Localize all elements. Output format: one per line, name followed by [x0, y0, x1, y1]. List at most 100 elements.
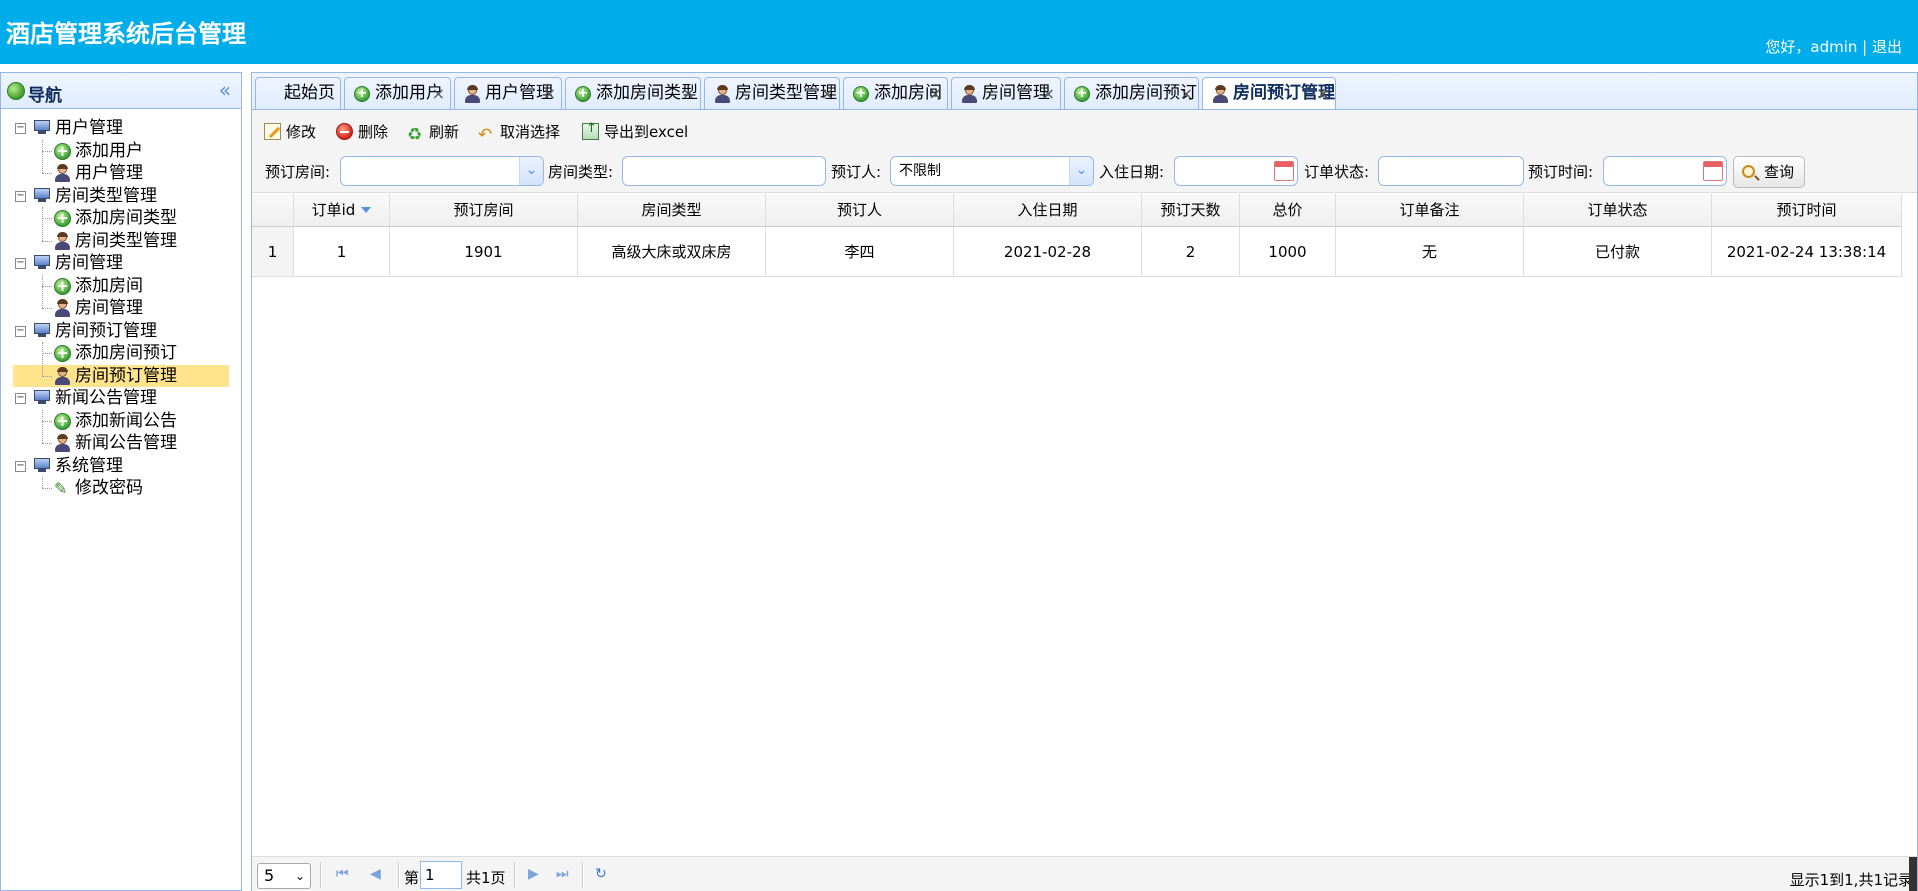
cancel-select-button[interactable]: ↶ 取消选择 [478, 121, 560, 144]
next-page-icon[interactable]: ▶ [528, 866, 539, 882]
add-icon: + [54, 345, 71, 362]
column-header[interactable]: 预订时间 [1712, 194, 1902, 226]
page-size-select[interactable]: 5 ⌄ [257, 863, 311, 889]
column-header[interactable]: 订单id [294, 194, 390, 226]
edit-button[interactable]: 修改 [264, 121, 316, 142]
tab[interactable]: + 添加房间 × [843, 77, 948, 110]
collapse-toggle-icon[interactable]: − [15, 325, 26, 337]
sidebar-item[interactable]: ✎ 修改密码 [1, 477, 241, 500]
status-input[interactable] [1378, 156, 1524, 186]
column-header-label: 预订人 [836, 201, 882, 219]
tree-connector [42, 375, 52, 377]
close-icon[interactable]: × [929, 78, 942, 109]
nav-sidebar: 导航 « − 用户管理 + 添加用户 用户管理 − 房间类型管理 + 添加房间类型 房间类型管理 −… [0, 72, 242, 891]
sidebar-group[interactable]: − 新闻公告管理 [1, 387, 241, 410]
last-page-icon[interactable]: ⏭ [556, 866, 569, 882]
tab[interactable]: + 添加房间类型 × [565, 77, 701, 110]
calendar-icon[interactable] [1703, 161, 1723, 181]
first-page-icon[interactable]: ⏮ [336, 866, 349, 882]
collapse-toggle-icon[interactable]: − [15, 460, 26, 472]
page-count: 共1页 [466, 869, 506, 887]
sidebar-item[interactable]: 用户管理 [1, 162, 241, 185]
add-icon: + [1074, 86, 1090, 102]
column-header-label: 总价 [1272, 201, 1303, 219]
close-icon[interactable]: × [1317, 78, 1330, 109]
sidebar-item[interactable]: + 添加新闻公告 [1, 410, 241, 433]
sidebar-group[interactable]: − 房间管理 [1, 252, 241, 275]
resize-grip[interactable] [1909, 857, 1917, 891]
column-header[interactable]: 房间类型 [578, 194, 766, 226]
sidebar-group-label: 系统管理 [55, 455, 123, 476]
chevron-down-icon[interactable]: ⌄ [1069, 157, 1093, 185]
column-header[interactable]: 入住日期 [954, 194, 1142, 226]
sidebar-item[interactable]: + 添加房间 [1, 275, 241, 298]
logout-link[interactable]: 退出 [1872, 38, 1902, 56]
close-icon[interactable]: × [682, 78, 695, 109]
room-type-input[interactable] [622, 156, 826, 186]
search-icon [1742, 165, 1755, 178]
tab[interactable]: + 添加房间预订 × [1064, 77, 1199, 110]
column-header[interactable]: 预订房间 [390, 194, 578, 226]
tab[interactable]: 起始页 [255, 77, 341, 110]
user-icon [54, 366, 71, 385]
sidebar-group[interactable]: − 系统管理 [1, 455, 241, 478]
close-icon[interactable]: × [821, 78, 834, 109]
prev-page-icon[interactable]: ◀ [370, 866, 381, 882]
add-icon: + [354, 86, 370, 102]
close-icon[interactable]: × [1180, 78, 1193, 109]
booker-select[interactable]: 不限制 ⌄ [890, 156, 1094, 186]
sidebar-group-label: 房间管理 [55, 253, 123, 273]
close-icon[interactable]: × [543, 78, 556, 109]
main-panel: 修改 删除 ♻ 刷新 ↶ 取消选择 导出到excel 预订房间: ⌄ 房间类型: 预… [251, 109, 1918, 891]
user-icon [54, 164, 71, 182]
refresh-button[interactable]: ♻ 刷新 [407, 121, 459, 144]
tab[interactable]: 房间管理 × [951, 77, 1061, 110]
sidebar-item-label: 添加房间 [75, 275, 143, 296]
tab[interactable]: 房间预订管理 × [1202, 77, 1336, 111]
user-icon [54, 231, 71, 250]
sidebar-group-label: 房间类型管理 [55, 185, 157, 206]
sidebar-item[interactable]: + 添加房间预订 [1, 342, 241, 365]
reload-icon[interactable]: ↻ [595, 866, 607, 882]
add-icon: + [54, 412, 71, 430]
sidebar-item[interactable]: 房间管理 [1, 297, 241, 320]
export-icon [582, 121, 599, 140]
table-row[interactable]: 1 1 1901 高级大床或双床房 李四 2021-02-28 2 1000 无已付款 2021-… [252, 227, 1902, 277]
column-header[interactable]: 订单备注 [1336, 194, 1524, 226]
search-button[interactable]: 查询 [1733, 156, 1806, 188]
sidebar-item[interactable]: 新闻公告管理 [1, 432, 241, 455]
order-time-input[interactable] [1603, 156, 1727, 186]
tab[interactable]: + 添加用户 × [344, 77, 451, 110]
column-header-label: 房间类型 [641, 201, 702, 219]
sidebar-group[interactable]: − 用户管理 [1, 117, 241, 140]
collapse-toggle-icon[interactable]: − [15, 190, 26, 202]
sidebar-item[interactable]: + 添加房间类型 [1, 207, 241, 230]
close-icon[interactable]: × [432, 78, 445, 109]
delete-button[interactable]: 删除 [336, 121, 388, 142]
column-header[interactable]: 预订人 [766, 194, 954, 226]
sidebar-group[interactable]: − 房间预订管理 [1, 320, 241, 343]
collapse-icon[interactable]: « [219, 78, 231, 102]
checkin-date-input[interactable] [1174, 156, 1298, 186]
tab[interactable]: 房间类型管理 × [704, 77, 840, 110]
page-number-input[interactable]: 1 [420, 861, 462, 889]
row-number-header [252, 194, 294, 226]
room-select[interactable]: ⌄ [340, 156, 544, 186]
calendar-icon[interactable] [1274, 161, 1294, 181]
pencil-icon: ✎ [54, 479, 68, 498]
export-excel-button[interactable]: 导出到excel [582, 121, 688, 142]
column-header[interactable]: 预订天数 [1142, 194, 1240, 226]
tab[interactable]: 用户管理 × [454, 77, 562, 110]
collapse-toggle-icon[interactable]: − [15, 393, 26, 404]
sidebar-item[interactable]: 房间类型管理 [1, 230, 241, 253]
column-header[interactable]: 订单状态 [1524, 194, 1712, 226]
collapse-toggle-icon[interactable]: − [15, 123, 26, 134]
add-icon: + [54, 210, 71, 227]
close-icon[interactable]: × [1042, 78, 1055, 109]
column-header-label: 入住日期 [1017, 201, 1078, 219]
sidebar-item[interactable]: + 添加用户 [1, 140, 241, 163]
column-header[interactable]: 总价 [1240, 194, 1336, 226]
sidebar-group[interactable]: − 房间类型管理 [1, 185, 241, 208]
chevron-down-icon[interactable]: ⌄ [519, 157, 543, 185]
collapse-toggle-icon[interactable]: − [15, 258, 26, 269]
